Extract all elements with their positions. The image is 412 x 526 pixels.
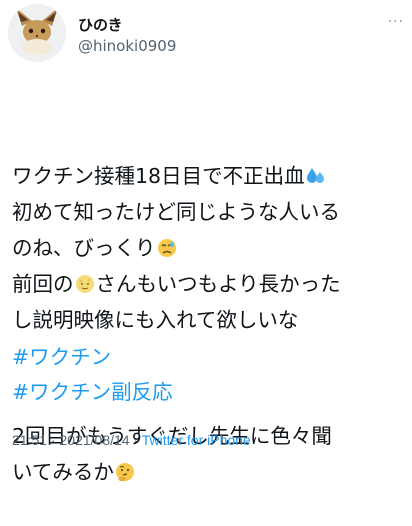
- tweet-header: ひのき @hinoki0909 ...: [8, 4, 404, 64]
- separator: ·: [129, 432, 142, 448]
- avatar[interactable]: [8, 4, 66, 62]
- full-moon-face-icon: [75, 275, 94, 293]
- hashtag-link[interactable]: #ワクチン副反応: [12, 375, 173, 410]
- tweet-paragraph-1: ワクチン接種18日目で不正出血初めて知ったけど同じような人いる のね、びっくり 前回…: [12, 158, 404, 338]
- tweet-text: ワクチン接種18日目で不正出血初めて知ったけど同じような人いる のね、びっくり 前回…: [12, 86, 404, 526]
- tweet-line: いてみるか: [12, 460, 114, 484]
- tweet-line: のね、びっくり: [12, 236, 156, 260]
- sweat-droplets-icon: [306, 168, 324, 183]
- tweet-line: さんもいつもより長かった: [95, 272, 341, 296]
- tweet-date[interactable]: 2021/08/14: [60, 432, 130, 448]
- user-handle[interactable]: @hinoki0909: [78, 37, 176, 55]
- display-name[interactable]: ひのき: [78, 14, 123, 35]
- eevee-avatar-icon: [8, 4, 66, 62]
- hashtag-list: #ワクチン #ワクチン副反応: [12, 340, 173, 410]
- tweet-line: ワクチン接種18日目で不正出血: [12, 164, 305, 188]
- tweet-line: し説明映像にも入れて欲しいな: [12, 308, 299, 332]
- hashtag-link[interactable]: #ワクチン: [12, 340, 173, 375]
- tweet-paragraph-2: 2回目がもうすぐだし先生に色々聞 いてみるか: [12, 418, 404, 490]
- tweet-line: 前回の: [12, 272, 74, 296]
- thinking-face-icon: [115, 463, 134, 482]
- more-options-icon[interactable]: ...: [388, 10, 404, 26]
- separator: ·: [47, 432, 60, 448]
- source-link[interactable]: Twitter for iPhone: [142, 432, 251, 448]
- tweet-metadata: 21:51 · 2021/08/14 · Twitter for iPhone: [12, 432, 251, 448]
- disappointed-relieved-face-icon: [157, 239, 176, 257]
- tweet-line: 初めて知ったけど同じような人いる: [12, 200, 340, 224]
- tweet-time[interactable]: 21:51: [12, 432, 47, 448]
